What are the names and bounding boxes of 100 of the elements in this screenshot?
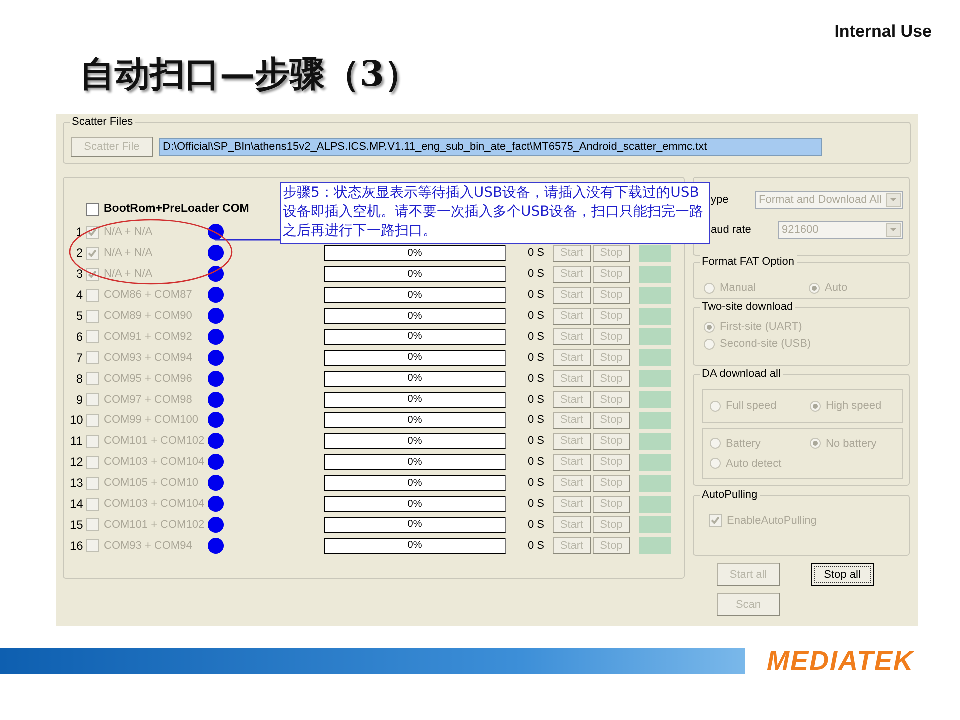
status-dot xyxy=(208,224,224,240)
checkbox[interactable] xyxy=(86,288,99,302)
stop-button[interactable]: Stop xyxy=(593,349,630,366)
company-logo: MEDIATEK xyxy=(767,646,914,676)
path-field[interactable]: D:\Official\SP_BIn\athens15v2_ALPS.ICS.MP.V1.11_eng_sub_bin_ate_fact\MT6575_Android_scatter_emmc.txt xyxy=(159,138,822,156)
elapsed-time: 0 S xyxy=(528,247,546,260)
start-button[interactable]: Start xyxy=(553,496,591,513)
radio-button[interactable] xyxy=(704,322,715,332)
stop-button[interactable]: Stop xyxy=(593,454,630,471)
start-button[interactable]: Start xyxy=(553,308,591,324)
callout-note: 步骤5：状态灰显表示等待插入USB设备，请插入没有下载过的USB设备即插入空机。请不要一次插入多个USB设备，扫口只能扫完一路之后再进行下一路扫口。 xyxy=(280,182,710,244)
progress-bar: 0% xyxy=(324,516,506,533)
port-label: N/A + N/A xyxy=(104,268,154,280)
start-button[interactable]: Start xyxy=(553,266,591,283)
row-number: 3 xyxy=(75,267,84,282)
stop-button[interactable]: Stop xyxy=(593,537,630,554)
progress-bar: 0% xyxy=(324,475,506,492)
progress-bar: 0% xyxy=(324,538,506,554)
checkbox[interactable] xyxy=(86,476,99,490)
start-button[interactable]: Start xyxy=(553,391,591,408)
stop-button[interactable]: Stop xyxy=(593,328,630,346)
checkbox[interactable] xyxy=(86,434,99,448)
start-button[interactable]: Start xyxy=(553,349,591,366)
progress-bar: 0% xyxy=(324,412,506,428)
checkbox[interactable] xyxy=(86,202,99,216)
checkbox[interactable] xyxy=(86,456,99,469)
stop-button[interactable]: Stop xyxy=(593,286,630,304)
radio-button[interactable] xyxy=(704,282,715,294)
stop-button[interactable]: Stop xyxy=(593,474,630,492)
stop-button[interactable]: Stop xyxy=(593,516,630,534)
dropdown[interactable]: 921600 xyxy=(778,221,903,239)
row-number: 14 xyxy=(70,497,84,512)
progress-bar: 0% xyxy=(324,308,506,324)
row-number: 6 xyxy=(75,330,84,344)
checkbox[interactable] xyxy=(86,310,99,322)
start-button[interactable]: Start xyxy=(553,537,591,554)
scatter-file-button[interactable]: Scatter File xyxy=(71,137,153,157)
option-label: Auto xyxy=(825,282,848,294)
checkbox[interactable] xyxy=(86,372,99,386)
port-label: COM86 + COM87 xyxy=(104,289,194,302)
radio-button[interactable] xyxy=(704,338,715,350)
elapsed-time: 0 S xyxy=(528,435,546,448)
checkbox[interactable] xyxy=(86,351,99,364)
checkbox[interactable] xyxy=(86,330,99,344)
stop-button[interactable]: Stop xyxy=(593,370,630,388)
stop-button[interactable]: Stop xyxy=(593,432,630,450)
progress-bar: 0% xyxy=(324,328,506,345)
option-label: Battery xyxy=(726,438,761,450)
row-number: 12 xyxy=(70,455,84,470)
option-label: Second-site (USB) xyxy=(720,338,812,350)
start-button[interactable]: Start xyxy=(553,370,591,388)
row-number: 16 xyxy=(70,538,84,553)
stop-button[interactable]: Stop xyxy=(593,308,630,324)
group-label: Format FAT Option xyxy=(700,255,797,269)
row-number: 5 xyxy=(75,309,84,323)
option-label: First-site (UART) xyxy=(720,321,802,333)
start-button[interactable]: Start xyxy=(553,286,591,304)
stop-button[interactable]: Stop xyxy=(593,266,630,283)
port-label: COM89 + COM90 xyxy=(104,310,194,322)
status-dot xyxy=(208,454,224,470)
row-number: 4 xyxy=(75,288,84,302)
stop-button[interactable]: Stop xyxy=(593,412,630,429)
stop-button[interactable]: Stop xyxy=(593,391,630,408)
checkbox[interactable] xyxy=(86,518,99,532)
progress-bar: 0% xyxy=(324,433,506,450)
radio-button[interactable] xyxy=(710,400,721,412)
start-button[interactable]: Start xyxy=(553,432,591,450)
checkbox[interactable] xyxy=(86,539,99,552)
progress-bar: 0% xyxy=(324,392,506,408)
radio-button[interactable] xyxy=(810,438,821,449)
stop-button[interactable]: Stop xyxy=(593,244,630,262)
radio-button[interactable] xyxy=(710,458,721,469)
elapsed-time: 0 S xyxy=(528,456,546,468)
field-label: aud rate xyxy=(711,224,752,236)
elapsed-time: 0 S xyxy=(528,414,546,426)
status-dot xyxy=(208,496,224,512)
elapsed-time: 0 S xyxy=(528,289,546,302)
checkbox[interactable] xyxy=(86,414,99,427)
port-label: COM97 + COM98 xyxy=(104,394,194,406)
start-button[interactable]: Start xyxy=(553,328,591,346)
column-header: BootRom+PreLoader COM xyxy=(104,203,250,215)
radio-button[interactable] xyxy=(810,400,821,412)
start-button[interactable]: Start xyxy=(553,412,591,429)
checkbox[interactable] xyxy=(86,246,99,260)
stop-button[interactable]: Stop xyxy=(593,496,630,513)
start-button[interactable]: Start xyxy=(553,454,591,471)
status-dot xyxy=(208,475,224,492)
start-button[interactable]: Start xyxy=(553,244,591,262)
start-button[interactable]: Start xyxy=(553,516,591,534)
checkbox[interactable] xyxy=(709,514,722,527)
action-button[interactable]: Stop all xyxy=(811,563,874,586)
dropdown[interactable]: Format and Download All xyxy=(755,191,903,209)
checkbox[interactable] xyxy=(86,498,99,511)
start-button[interactable]: Start xyxy=(553,474,591,492)
checkbox[interactable] xyxy=(86,393,99,406)
radio-button[interactable] xyxy=(710,438,721,449)
status-dot xyxy=(208,370,224,387)
status-dot xyxy=(208,516,224,533)
radio-button[interactable] xyxy=(809,282,820,294)
port-label: COM105 + COM10 xyxy=(104,477,200,490)
